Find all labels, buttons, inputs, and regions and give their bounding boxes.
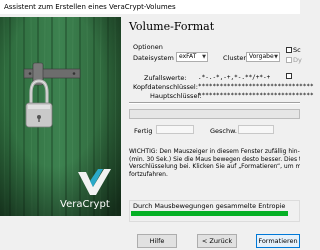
title-bar[interactable]: Assistent zum Erstellen eines VeraCrypt-… xyxy=(0,0,300,14)
done-field xyxy=(156,125,194,134)
chevron-down-icon: ▼ xyxy=(274,54,278,60)
cluster-select[interactable]: Vorgabe ▼ xyxy=(246,52,280,62)
master-key-label: Hauptschlüssel: xyxy=(150,92,202,100)
entropy-bar xyxy=(131,211,288,216)
header-key-label: Kopfdatenschlüssel: xyxy=(133,83,198,91)
speed-label: Geschw. xyxy=(210,127,237,135)
warning-line: (min. 30 Sek.) Sie die Maus bewegen dest… xyxy=(129,155,300,163)
help-button[interactable]: Hilfe xyxy=(137,234,177,248)
warning-line: Verschlüsselung bei. Klicken Sie auf „Fo… xyxy=(129,163,300,171)
back-button[interactable]: < Zurück xyxy=(197,234,237,248)
header-key-value: ******************************** xyxy=(198,83,314,90)
filesystem-select[interactable]: exFAT ▼ xyxy=(176,52,208,62)
page-title: Volume-Format xyxy=(129,20,215,33)
master-key-value: ******************************** xyxy=(198,92,314,99)
divider xyxy=(129,102,300,104)
chevron-down-icon: ▼ xyxy=(202,54,206,60)
logo-text: VeraCrypt xyxy=(60,199,110,210)
options-group-label: Optionen xyxy=(133,43,163,51)
padlock-door-illustration xyxy=(0,17,121,216)
filesystem-value: exFAT xyxy=(179,53,197,60)
format-progress-bar xyxy=(129,109,300,119)
warning-line: WICHTIG: Den Mauszeiger in diesem Fenste… xyxy=(129,148,300,155)
wizard-side-image: VeraCrypt xyxy=(0,17,121,216)
quick-format-checkbox[interactable] xyxy=(286,47,292,53)
warning-line: fortzufahren. xyxy=(129,170,168,178)
random-pool-value: .*-.-*,-+,*-.**/+*-+ xyxy=(198,74,271,81)
dynamic-label: Dy xyxy=(293,56,302,64)
quick-format-label: Sc xyxy=(293,46,301,54)
window-title: Assistent zum Erstellen eines VeraCrypt-… xyxy=(4,3,176,11)
done-label: Fertig xyxy=(134,127,153,135)
cluster-value: Vorgabe xyxy=(249,53,274,60)
format-button[interactable]: Formatieren xyxy=(256,234,300,248)
speed-field xyxy=(238,125,274,134)
filesystem-label: Dateisystem xyxy=(133,54,174,62)
warning-text: WICHTIG: Den Mauszeiger in diesem Fenste… xyxy=(129,148,300,178)
show-keys-checkbox[interactable] xyxy=(286,73,292,79)
dynamic-checkbox[interactable] xyxy=(286,57,292,63)
entropy-label: Durch Mausbewegungen gesammelte Entropie xyxy=(133,202,286,210)
random-pool-label: Zufallswerte: xyxy=(144,74,187,82)
cluster-label: Cluster xyxy=(223,54,247,62)
